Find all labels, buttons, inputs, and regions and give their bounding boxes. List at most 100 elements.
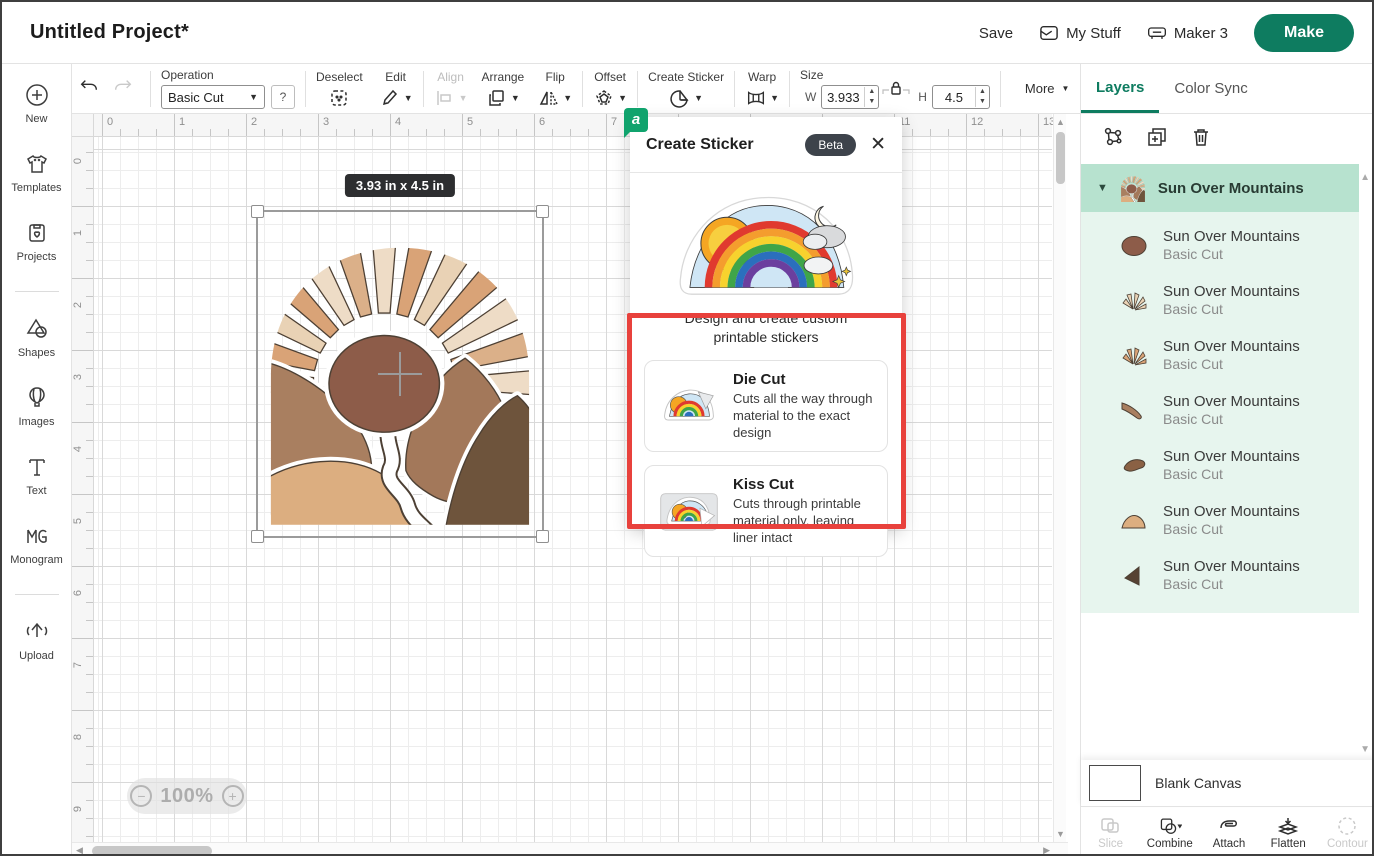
close-dialog-button[interactable]: ✕ <box>870 135 886 154</box>
sun-over-mountains-design[interactable] <box>258 212 542 536</box>
arrange-icon <box>486 88 508 108</box>
warp-icon <box>745 88 767 108</box>
deselect-button[interactable]: Deselect <box>316 64 363 114</box>
group-icon[interactable] <box>1101 125 1125 149</box>
height-stepper[interactable]: ▲▼ <box>975 87 989 107</box>
sidebar-item-templates[interactable]: Templates <box>2 151 71 194</box>
vertical-ruler: 0123456789 <box>72 137 94 842</box>
operation-help-button[interactable]: ? <box>271 85 295 109</box>
contour-icon <box>1335 816 1359 836</box>
ruler-number: 12 <box>971 116 983 128</box>
tab-color-sync[interactable]: Color Sync <box>1159 64 1262 113</box>
left-sidebar: New Templates Projects Shapes Images Tex… <box>2 64 72 856</box>
offset-menu-button[interactable]: Offset ▼ <box>593 64 627 114</box>
dialog-title: Create Sticker <box>646 136 754 154</box>
ruler-number: 2 <box>72 302 84 308</box>
height-input[interactable] <box>933 90 975 105</box>
layer-thumbnail-mountain-dark <box>1119 564 1149 588</box>
save-button[interactable]: Save <box>979 25 1013 42</box>
die-cut-option[interactable]: Die Cut Cuts all the way through materia… <box>644 360 888 452</box>
scroll-up-arrow[interactable]: ▲ <box>1056 117 1065 127</box>
canvas-vertical-scrollbar[interactable]: ▲ ▼ <box>1053 114 1066 842</box>
sticker-peel-icon <box>669 88 691 108</box>
kiss-cut-thumbnail-icon <box>659 490 719 532</box>
delete-icon[interactable] <box>1189 125 1213 149</box>
layer-group-header[interactable]: ▼ Sun Over Mountains <box>1081 164 1359 212</box>
layer-rows: Sun Over MountainsBasic Cut Sun Over Mou… <box>1081 212 1359 613</box>
scroll-right-arrow[interactable]: ▶ <box>1043 845 1050 856</box>
height-label: H <box>918 90 927 104</box>
arrange-menu-button[interactable]: Arrange ▼ <box>482 64 525 114</box>
resize-handle-bottom-right[interactable] <box>536 530 549 543</box>
resize-handle-top-right[interactable] <box>536 205 549 218</box>
zoom-in-button[interactable]: + <box>222 785 244 807</box>
sidebar-divider <box>15 594 59 595</box>
width-stepper[interactable]: ▲▼ <box>864 87 878 107</box>
ruler-number: 7 <box>72 662 84 668</box>
tab-layers[interactable]: Layers <box>1081 64 1159 113</box>
more-menu-button[interactable]: More▼ <box>1025 81 1070 96</box>
make-button[interactable]: Make <box>1254 14 1354 52</box>
layer-row-6[interactable]: Sun Over MountainsBasic Cut <box>1081 493 1359 548</box>
vertical-scroll-thumb[interactable] <box>1056 132 1065 184</box>
canvas-horizontal-scrollbar[interactable]: ◀ ▶ <box>72 842 1068 856</box>
pencil-icon <box>379 88 401 108</box>
ruler-number: 1 <box>179 116 185 128</box>
resize-handle-bottom-left[interactable] <box>251 530 264 543</box>
sidebar-item-new[interactable]: New <box>2 82 71 125</box>
contour-button[interactable]: Contour <box>1318 807 1374 856</box>
zoom-control: − 100% + <box>127 778 247 814</box>
ruler-number: 1 <box>72 230 84 236</box>
selection-size-tooltip: 3.93 in x 4.5 in <box>345 174 455 197</box>
sidebar-item-monogram[interactable]: Monogram <box>2 523 71 566</box>
warp-menu-button[interactable]: Warp ▼ <box>745 64 779 114</box>
align-menu-button[interactable]: Align ▼ <box>434 64 468 114</box>
my-stuff-button[interactable]: My Stuff <box>1039 24 1121 42</box>
duplicate-icon[interactable] <box>1145 125 1169 149</box>
combine-button[interactable]: Combine <box>1140 807 1199 856</box>
redo-button[interactable] <box>106 77 140 100</box>
ruler-number: 7 <box>611 116 617 128</box>
layer-row-2[interactable]: Sun Over MountainsBasic Cut <box>1081 273 1359 328</box>
width-input[interactable] <box>822 90 864 105</box>
sidebar-item-images[interactable]: Images <box>2 385 71 428</box>
edit-menu-button[interactable]: Edit ▼ <box>379 64 413 114</box>
sidebar-item-projects[interactable]: Projects <box>2 220 71 263</box>
flatten-button[interactable]: Flatten <box>1259 807 1318 856</box>
slice-button[interactable]: Slice <box>1081 807 1140 856</box>
layers-panel: Layers Color Sync ▼ Sun Over Mountains S… <box>1080 64 1374 856</box>
zoom-out-button[interactable]: − <box>130 785 152 807</box>
annotation-tag-icon: a <box>624 108 648 132</box>
layers-scroll-up-arrow[interactable]: ▲ <box>1360 172 1370 183</box>
layer-row-3[interactable]: Sun Over MountainsBasic Cut <box>1081 328 1359 383</box>
attach-button[interactable]: Attach <box>1199 807 1258 856</box>
layer-row-5[interactable]: Sun Over MountainsBasic Cut <box>1081 438 1359 493</box>
group-thumbnail <box>1118 173 1148 203</box>
create-sticker-button[interactable]: Create Sticker ▼ <box>648 64 724 114</box>
layers-scroll-down-arrow[interactable]: ▼ <box>1360 744 1370 755</box>
flip-menu-button[interactable]: Flip ▼ <box>538 64 572 114</box>
machine-select-button[interactable]: Maker 3 <box>1147 24 1228 42</box>
blank-canvas-row[interactable]: Blank Canvas <box>1081 760 1374 806</box>
layer-thumbnail-sun <box>1119 234 1149 258</box>
layer-row-4[interactable]: Sun Over MountainsBasic Cut <box>1081 383 1359 438</box>
canvas-grid[interactable]: 3.93 in x 4.5 in − 100% + <box>94 137 1052 842</box>
offset-icon <box>593 88 615 108</box>
chevron-down-icon[interactable]: ▼ <box>1097 182 1108 194</box>
sidebar-item-upload[interactable]: Upload <box>2 619 71 662</box>
sidebar-item-shapes[interactable]: Shapes <box>2 316 71 359</box>
scroll-down-arrow[interactable]: ▼ <box>1056 829 1065 839</box>
sidebar-item-text[interactable]: Text <box>2 454 71 497</box>
undo-button[interactable] <box>72 77 106 100</box>
resize-handle-top-left[interactable] <box>251 205 264 218</box>
selection-bounding-box[interactable]: 3.93 in x 4.5 in <box>256 210 544 538</box>
horizontal-scroll-thumb[interactable] <box>92 846 212 856</box>
deselect-icon <box>328 88 350 108</box>
design-canvas[interactable]: 012345678910111213 0123456789 3.93 in x … <box>72 114 1068 856</box>
size-lock-button[interactable] <box>881 80 911 96</box>
layer-row-1[interactable]: Sun Over MountainsBasic Cut <box>1081 218 1359 273</box>
scroll-left-arrow[interactable]: ◀ <box>76 845 83 856</box>
operation-dropdown[interactable]: Basic Cut▼ <box>161 85 265 109</box>
kiss-cut-option[interactable]: Kiss Cut Cuts through printable material… <box>644 465 888 557</box>
layer-row-7[interactable]: Sun Over MountainsBasic Cut <box>1081 548 1359 603</box>
